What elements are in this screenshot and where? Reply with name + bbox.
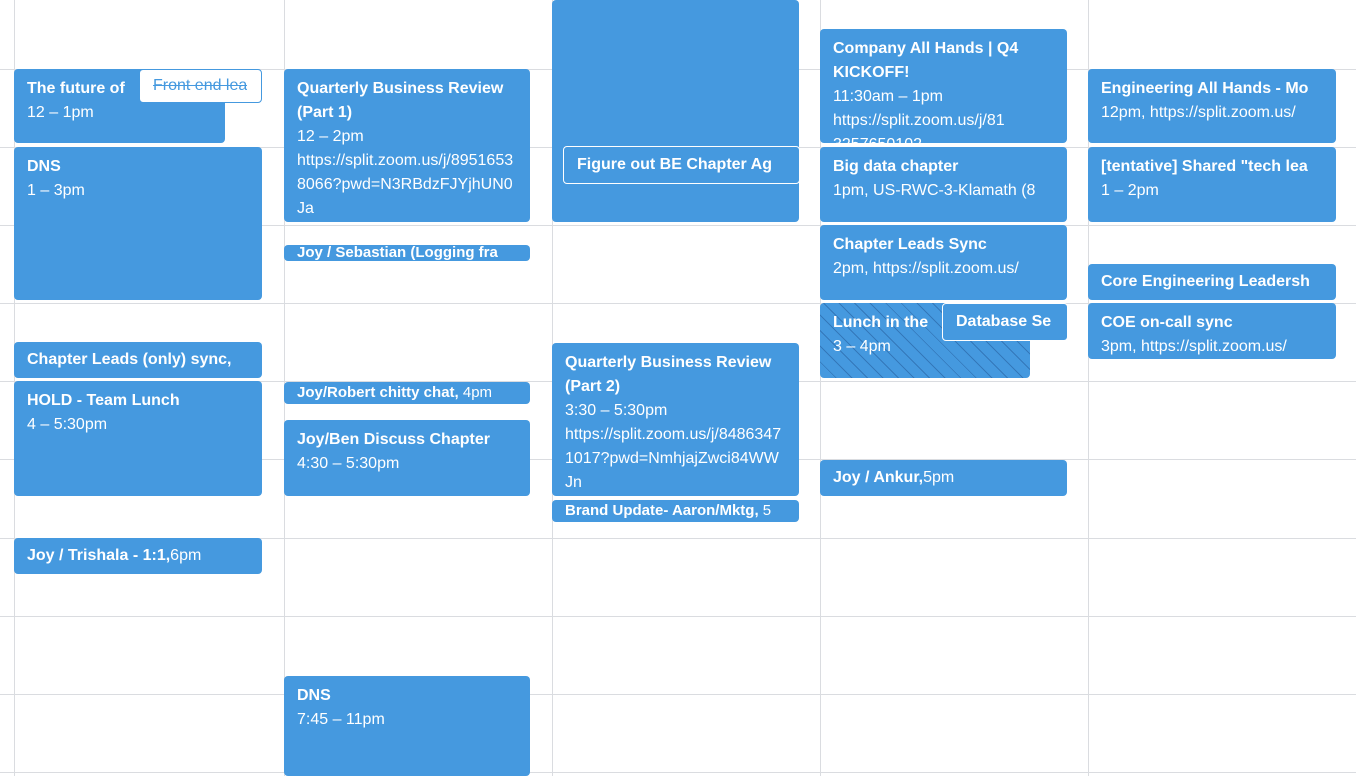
event-location: https://split.zoom.us/j/81 (833, 112, 1005, 129)
event-title: Brand Update- Aaron/Mktg, (565, 502, 759, 519)
calendar-week-grid: The future of 12 – 1pm Front end lea DNS… (0, 0, 1356, 776)
hour-line (0, 694, 1356, 695)
event-title: DNS (27, 158, 61, 175)
event-title: Figure out BE Chapter Ag (577, 156, 772, 173)
event-database-se[interactable]: Database Se (942, 303, 1068, 341)
event-joy-sebastian[interactable]: Joy / Sebastian (Logging fra (284, 245, 530, 261)
event-tentative-shared-tech-leads[interactable]: [tentative] Shared "tech lea 1 – 2pm (1088, 147, 1336, 222)
event-time: 5 (758, 502, 772, 519)
event-title: Company All Hands | Q4 KICKOFF! (833, 40, 1019, 81)
event-title: Joy/Robert chitty chat, (297, 384, 459, 401)
event-time: 7:45 – 11pm (297, 711, 385, 728)
event-title: Joy / Trishala - 1:1, (27, 547, 171, 564)
hour-line (0, 772, 1356, 773)
event-title: Big data chapter (833, 158, 959, 175)
event-details: 12pm, https://split.zoom.us/ (1101, 104, 1296, 121)
event-title: HOLD - Team Lunch (27, 392, 180, 409)
event-core-engineering-leadership[interactable]: Core Engineering Leadersh (1088, 264, 1336, 300)
event-time: 1 – 3pm (27, 182, 85, 199)
event-front-end-declined[interactable]: Front end lea (139, 69, 262, 103)
event-time: 4 – 5:30pm (27, 416, 108, 433)
event-engineering-all-hands[interactable]: Engineering All Hands - Mo 12pm, https:/… (1088, 69, 1336, 143)
event-dns[interactable]: DNS 7:45 – 11pm (284, 676, 530, 776)
event-time: 5pm (923, 469, 955, 486)
event-company-all-hands[interactable]: Company All Hands | Q4 KICKOFF! 11:30am … (820, 29, 1067, 143)
event-time: 3:30 – 5:30pm (565, 402, 668, 419)
event-title: Front end lea (153, 77, 248, 94)
event-details: 2pm, https://split.zoom.us/ (833, 260, 1019, 277)
event-time: 1 – 2pm (1101, 182, 1159, 199)
event-location-cont: 3257650102 (833, 133, 1054, 143)
event-time: 4:30 – 5:30pm (297, 455, 400, 472)
event-title: Joy/Ben Discuss Chapter (297, 431, 490, 448)
event-time: 12 – 2pm (297, 128, 364, 145)
event-details: 1pm, US-RWC-3-Klamath (8 (833, 182, 1036, 199)
event-chapter-leads-only-sync[interactable]: Chapter Leads (only) sync, (14, 342, 262, 378)
event-title: COE on-call sync (1101, 314, 1233, 331)
event-quarterly-business-review-part-1[interactable]: Quarterly Business Review (Part 1) 12 – … (284, 69, 530, 222)
event-chapter-leads-sync[interactable]: Chapter Leads Sync 2pm, https://split.zo… (820, 225, 1067, 300)
event-hold-team-lunch[interactable]: HOLD - Team Lunch 4 – 5:30pm (14, 381, 262, 496)
event-dns[interactable]: DNS 1 – 3pm (14, 147, 262, 300)
event-title: Joy / Sebastian (Logging fra (297, 245, 498, 261)
event-morning-block[interactable] (552, 0, 799, 222)
event-time: 6pm (170, 547, 202, 564)
event-title: Chapter Leads (only) sync, (27, 351, 232, 368)
hour-line (0, 616, 1356, 617)
event-figure-out-be-chapter[interactable]: Figure out BE Chapter Ag (563, 146, 800, 184)
event-location: https://split.zoom.us/j/84863471017?pwd=… (565, 426, 782, 491)
event-details: 3pm, https://split.zoom.us/ (1101, 338, 1287, 355)
event-title: Quarterly Business Review (Part 2) (565, 354, 772, 395)
event-joy-trishala[interactable]: Joy / Trishala - 1:1, 6pm (14, 538, 262, 574)
event-title: Joy / Ankur, (833, 469, 924, 486)
event-title: Engineering All Hands - Mo (1101, 80, 1309, 97)
event-location: https://split.zoom.us/j/89516538066?pwd=… (297, 152, 514, 217)
event-time: 11:30am – 1pm (833, 88, 943, 105)
event-joy-robert-chitty-chat[interactable]: Joy/Robert chitty chat, 4pm (284, 382, 530, 404)
event-time: 12 – 1pm (27, 104, 94, 121)
event-quarterly-business-review-part-2[interactable]: Quarterly Business Review (Part 2) 3:30 … (552, 343, 799, 496)
event-time: 4pm (458, 384, 493, 401)
event-joy-ben-discuss-chapter[interactable]: Joy/Ben Discuss Chapter 4:30 – 5:30pm (284, 420, 530, 496)
event-title: Quarterly Business Review (Part 1) (297, 80, 504, 121)
event-brand-update[interactable]: Brand Update- Aaron/Mktg, 5 (552, 500, 799, 522)
event-title: Chapter Leads Sync (833, 236, 987, 253)
event-title: DNS (297, 687, 331, 704)
event-joy-ankur[interactable]: Joy / Ankur, 5pm (820, 460, 1067, 496)
event-title: Core Engineering Leadersh (1101, 273, 1310, 290)
event-big-data-chapter[interactable]: Big data chapter 1pm, US-RWC-3-Klamath (… (820, 147, 1067, 222)
event-title: [tentative] Shared "tech lea (1101, 158, 1308, 175)
event-coe-on-call-sync[interactable]: COE on-call sync 3pm, https://split.zoom… (1088, 303, 1336, 359)
event-title: Database Se (956, 313, 1052, 330)
